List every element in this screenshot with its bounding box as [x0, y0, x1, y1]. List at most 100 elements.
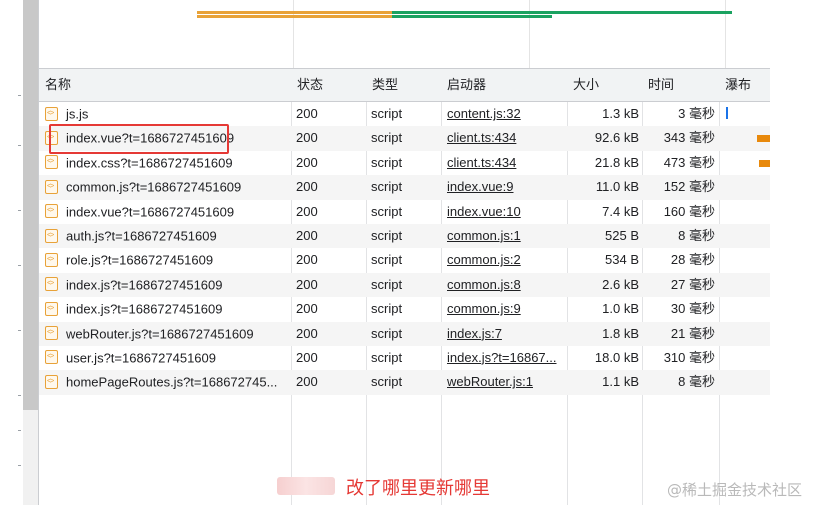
- request-type: script: [371, 349, 403, 365]
- table-row[interactable]: js.js 200 script content.js:32 1.3 kB 3 毫秒: [39, 102, 770, 126]
- request-status: 200: [296, 276, 318, 292]
- request-waterfall: [723, 248, 770, 272]
- request-type: script: [371, 325, 403, 341]
- request-initiator-link[interactable]: common.js:2: [447, 248, 567, 272]
- table-row[interactable]: index.css?t=1686727451609 200 script client…: [39, 151, 770, 175]
- request-waterfall: [723, 126, 770, 150]
- request-status: 200: [296, 203, 318, 219]
- script-file-icon: [45, 301, 58, 316]
- request-initiator-link[interactable]: common.js:9: [447, 297, 567, 321]
- table-row[interactable]: homePageRoutes.js?t=168672745... 200 scrip…: [39, 370, 770, 395]
- request-name[interactable]: index.css?t=1686727451609: [45, 151, 289, 175]
- table-row[interactable]: webRouter.js?t=1686727451609 200 script ind…: [39, 321, 770, 346]
- request-size: 11.0 kB: [595, 179, 639, 195]
- request-status: 200: [296, 130, 318, 146]
- script-file-icon: [45, 252, 58, 267]
- script-file-icon: [45, 374, 58, 389]
- request-time: 473 毫秒: [663, 154, 715, 170]
- overview-bar-green-2: [392, 15, 552, 18]
- script-file-icon: [45, 155, 58, 170]
- request-size: 2.6 kB: [602, 276, 639, 292]
- request-type: script: [371, 106, 403, 121]
- request-initiator-link[interactable]: index.js:7: [447, 322, 567, 346]
- script-file-icon: [45, 350, 58, 365]
- table-row[interactable]: index.js?t=1686727451609 200 script common.…: [39, 297, 770, 321]
- table-row[interactable]: index.vue?t=1686727451609 200 script index.…: [39, 200, 770, 224]
- column-header-name[interactable]: 名称: [39, 69, 291, 101]
- table-row[interactable]: role.js?t=1686727451609 200 script common.j…: [39, 248, 770, 272]
- request-time: 30 毫秒: [670, 301, 715, 317]
- request-name[interactable]: common.js?t=1686727451609: [45, 175, 289, 199]
- request-time: 27 毫秒: [670, 276, 715, 292]
- request-type: script: [371, 252, 403, 268]
- request-time: 343 毫秒: [663, 130, 715, 146]
- waterfall-bar: [757, 135, 770, 143]
- column-header-time[interactable]: 时间: [642, 69, 719, 101]
- request-name[interactable]: role.js?t=1686727451609: [45, 248, 289, 272]
- request-status: 200: [296, 374, 318, 390]
- request-size: 18.0 kB: [594, 349, 639, 365]
- request-name[interactable]: index.vue?t=1686727451609: [45, 200, 289, 224]
- column-header-waterfall[interactable]: 瀑布: [719, 69, 770, 101]
- table-row[interactable]: index.js?t=1686727451609 200 script common.…: [39, 272, 770, 298]
- request-initiator-link[interactable]: common.js:1: [447, 224, 567, 248]
- request-name[interactable]: js.js: [45, 102, 289, 126]
- request-initiator-link[interactable]: index.js?t=16867...: [447, 346, 567, 370]
- request-type: script: [371, 154, 403, 170]
- column-header-type[interactable]: 类型: [366, 69, 441, 101]
- request-name[interactable]: auth.js?t=1686727451609: [45, 224, 289, 248]
- request-waterfall: [723, 151, 770, 175]
- request-initiator-link[interactable]: client.ts:434: [447, 151, 567, 175]
- request-initiator-link[interactable]: index.vue:9: [447, 175, 567, 199]
- request-time: 8 毫秒: [678, 227, 715, 243]
- caption-text: 改了哪里更新哪里: [346, 478, 490, 499]
- overview-bar-green: [392, 11, 732, 14]
- request-type: script: [371, 227, 403, 243]
- request-name[interactable]: webRouter.js?t=1686727451609: [45, 322, 289, 346]
- script-file-icon: [45, 179, 58, 194]
- column-header-size[interactable]: 大小: [567, 69, 642, 101]
- column-header-status[interactable]: 状态: [291, 69, 366, 101]
- request-size: 21.8 kB: [594, 154, 639, 170]
- request-waterfall: [723, 175, 770, 199]
- request-status: 200: [296, 154, 318, 170]
- request-name[interactable]: index.js?t=1686727451609: [45, 273, 289, 297]
- request-time: 28 毫秒: [670, 252, 715, 268]
- request-initiator-link[interactable]: client.ts:434: [447, 126, 567, 150]
- request-name[interactable]: user.js?t=1686727451609: [45, 346, 289, 370]
- request-size: 1.3 kB: [602, 106, 639, 121]
- request-type: script: [371, 179, 403, 195]
- request-status: 200: [296, 106, 318, 121]
- waterfall-bar: [759, 159, 770, 167]
- request-time: 310 毫秒: [663, 349, 715, 365]
- table-row[interactable]: common.js?t=1686727451609 200 script index.…: [39, 175, 770, 200]
- script-file-icon: [45, 106, 58, 121]
- request-waterfall: [723, 322, 770, 346]
- request-size: 7.4 kB: [602, 203, 639, 219]
- left-scrollbar-thumb[interactable]: [23, 0, 38, 410]
- request-size: 1.1 kB: [602, 374, 639, 390]
- left-scrollbar-track[interactable]: [23, 410, 38, 505]
- request-initiator-link[interactable]: index.vue:10: [447, 200, 567, 224]
- request-name[interactable]: index.js?t=1686727451609: [45, 297, 289, 321]
- request-waterfall: [723, 200, 770, 224]
- request-initiator-link[interactable]: content.js:32: [447, 102, 567, 126]
- watermark: @稀土掘金技术社区: [667, 481, 803, 499]
- request-time: 21 毫秒: [670, 325, 715, 341]
- request-status: 200: [296, 349, 318, 365]
- table-row[interactable]: auth.js?t=1686727451609 200 script common.j…: [39, 223, 770, 249]
- request-initiator-link[interactable]: common.js:8: [447, 273, 567, 297]
- overview-bar-orange: [197, 11, 392, 14]
- column-header-initiator[interactable]: 启动器: [441, 69, 567, 101]
- request-waterfall: [723, 346, 770, 370]
- request-type: script: [371, 374, 403, 390]
- request-size: 1.8 kB: [602, 325, 639, 341]
- red-highlight-box: [49, 124, 229, 154]
- network-overview-timeline[interactable]: [39, 0, 770, 69]
- request-name[interactable]: homePageRoutes.js?t=168672745...: [45, 370, 289, 394]
- table-row[interactable]: user.js?t=1686727451609 200 script index.js…: [39, 346, 770, 370]
- request-status: 200: [296, 227, 318, 243]
- request-initiator-link[interactable]: webRouter.js:1: [447, 370, 567, 394]
- request-status: 200: [296, 252, 318, 268]
- request-time: 8 毫秒: [678, 374, 715, 390]
